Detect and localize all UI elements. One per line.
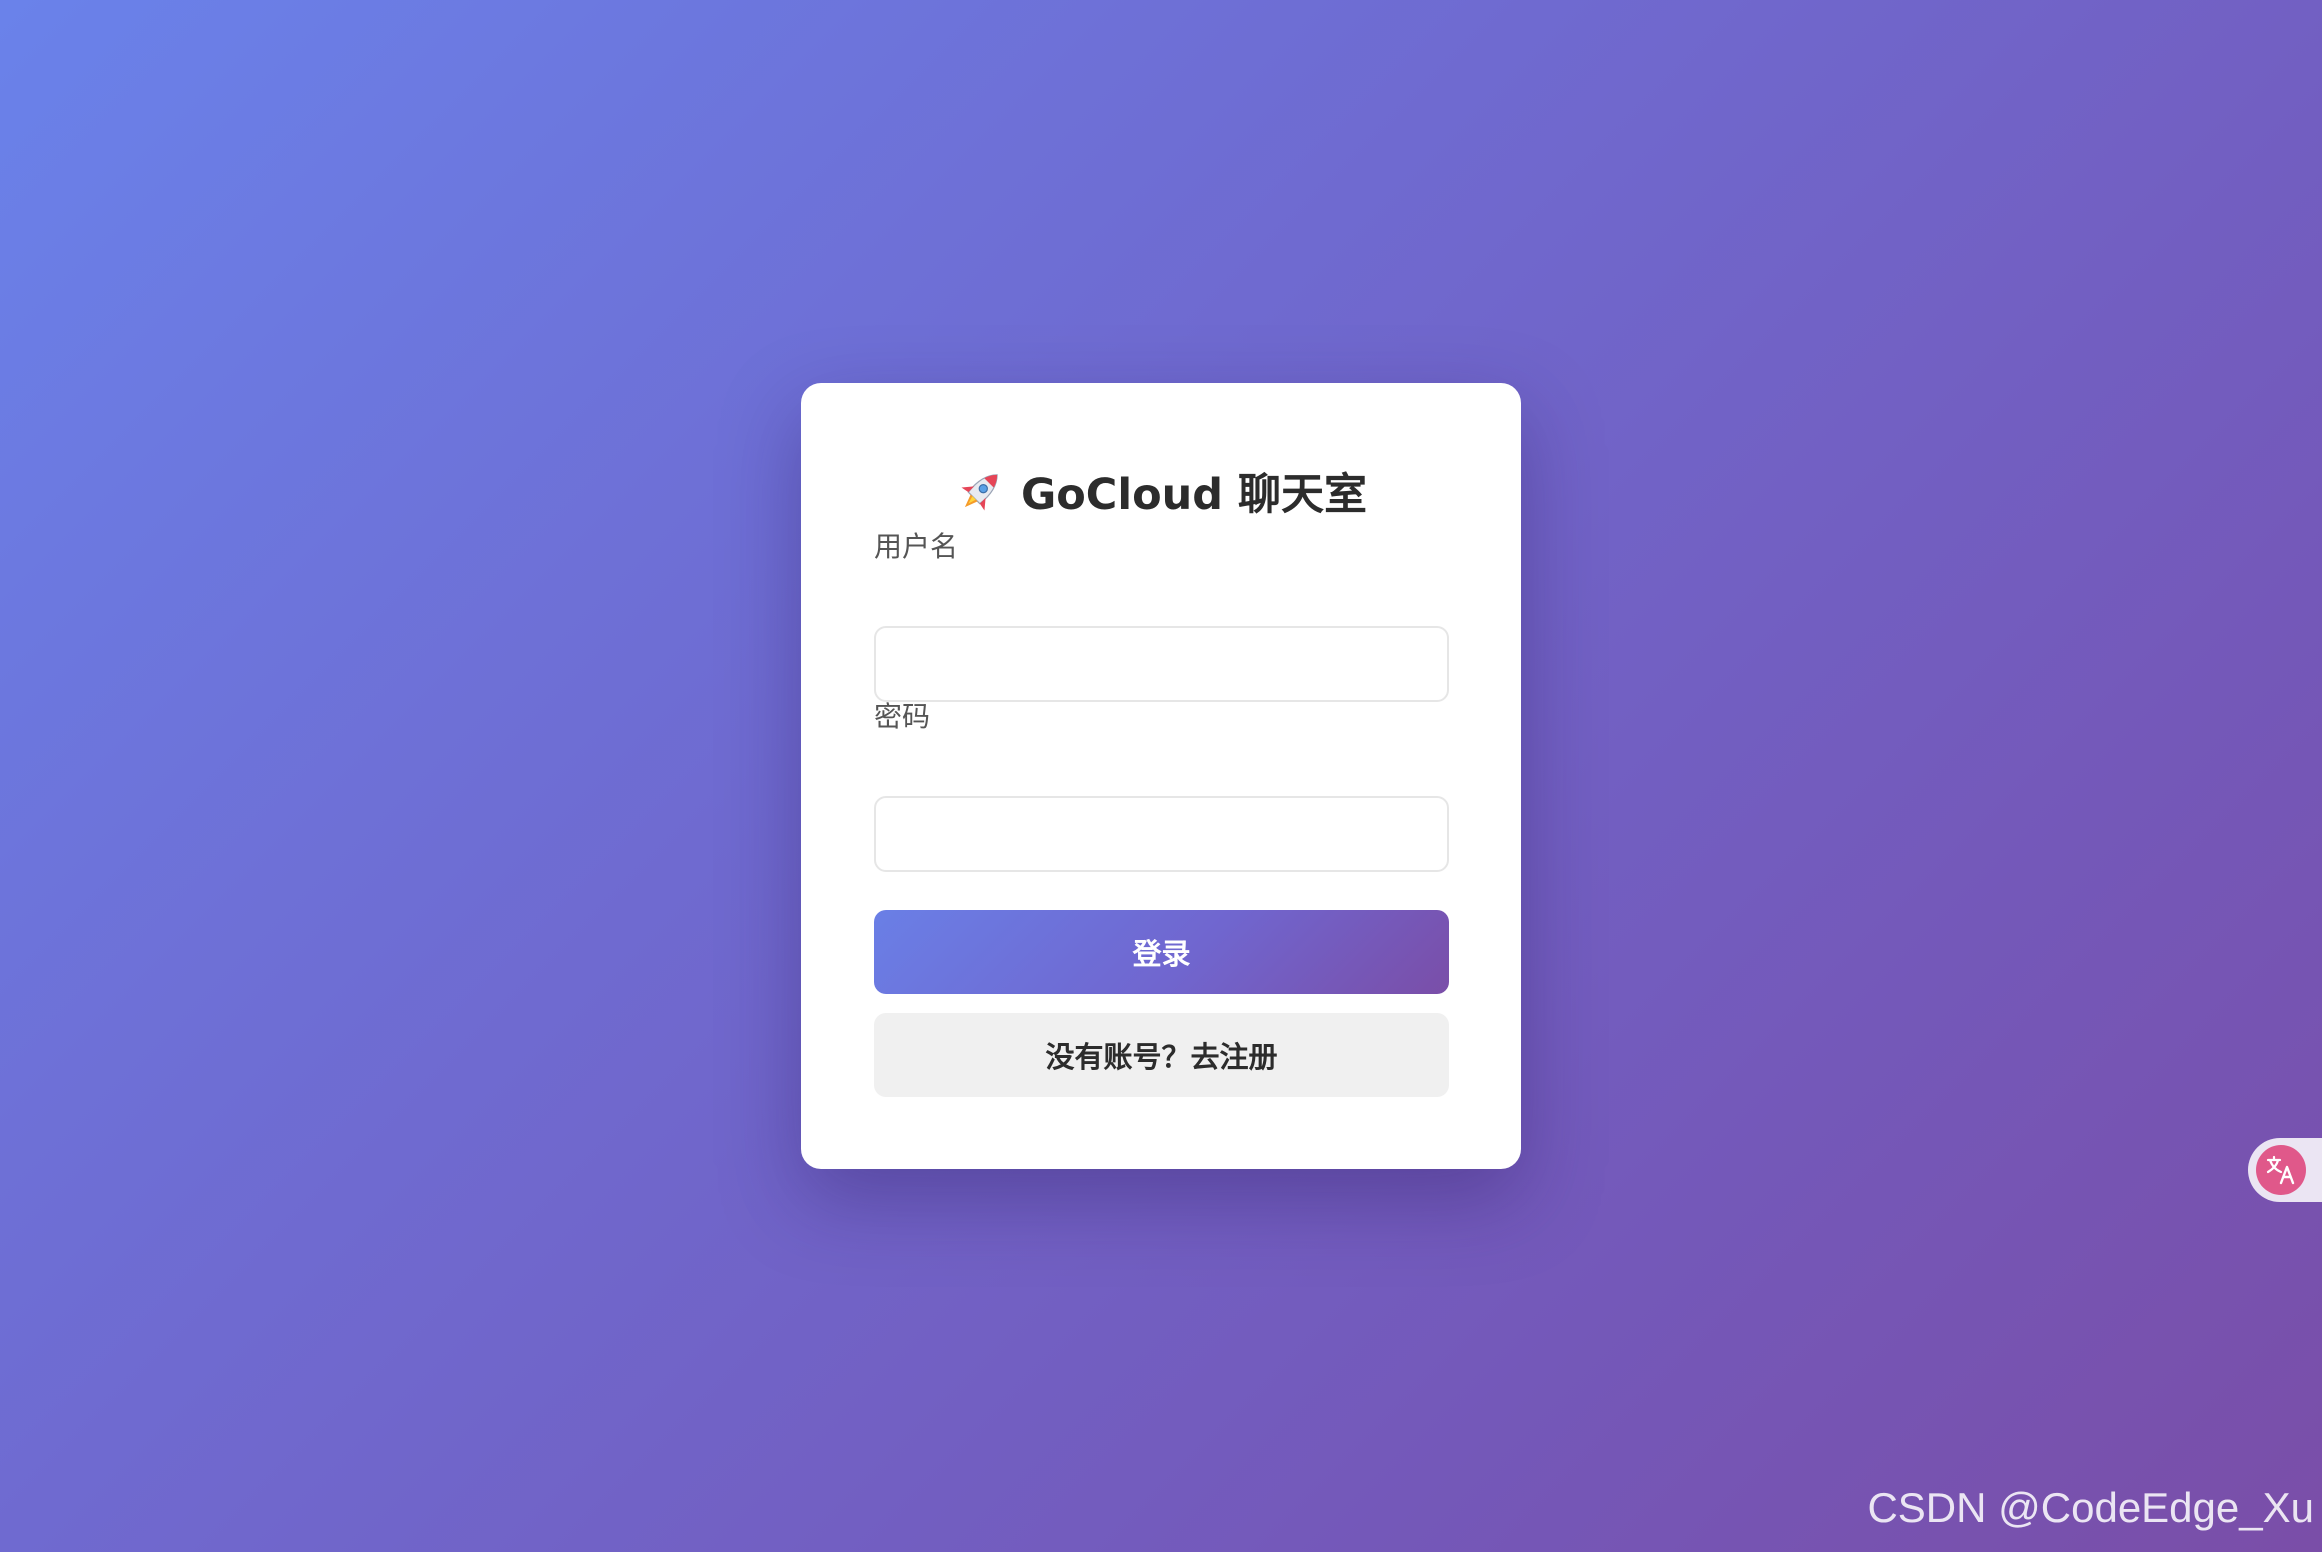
translate-glyph-icon: [2266, 1155, 2295, 1185]
login-title-text: GoCloud 聊天室: [1020, 470, 1368, 520]
rocket-icon: [961, 474, 998, 511]
translate-icon[interactable]: [2256, 1145, 2306, 1195]
login-title: GoCloud 聊天室: [801, 465, 1521, 522]
password-label: 密码: [874, 700, 931, 733]
login-button[interactable]: 登录: [874, 910, 1449, 994]
password-input[interactable]: [874, 796, 1449, 872]
username-input[interactable]: [874, 626, 1449, 702]
username-label: 用户名: [874, 530, 959, 563]
register-button[interactable]: 没有账号？去注册: [874, 1013, 1449, 1097]
translate-widget[interactable]: [2248, 1138, 2322, 1202]
watermark: CSDN @CodeEdge_Xu: [1867, 1484, 2314, 1531]
login-card: GoCloud 聊天室 用户名 密码 登录 没有账号？去注册: [801, 383, 1521, 1169]
